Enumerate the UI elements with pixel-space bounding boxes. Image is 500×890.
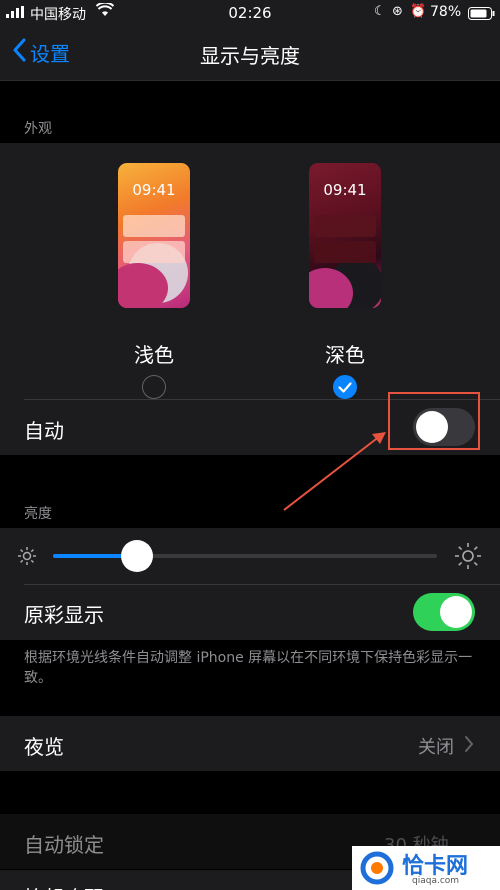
sun-small-icon [16, 545, 38, 571]
sun-large-icon [454, 542, 482, 574]
appearance-section-label: 外观 [24, 121, 52, 137]
dark-mode-preview: 09:41 [309, 163, 381, 308]
light-mode-radio[interactable] [142, 375, 166, 399]
auto-label: 自动 [24, 419, 64, 443]
watermark: 恰卡网 qiaqa.com [352, 846, 500, 890]
true-tone-toggle[interactable] [413, 593, 475, 631]
page-title: 显示与亮度 [200, 44, 300, 68]
moon-icon: ☾ [374, 4, 386, 19]
navigation-bar: 设置 显示与亮度 [0, 26, 500, 81]
watermark-url: qiaqa.com [412, 876, 460, 886]
light-mode-preview: 09:41 [118, 163, 190, 308]
alarm-icon: ⏰ [410, 4, 427, 19]
true-tone-footer: 根据环境光线条件自动调整 iPhone 屏幕以在不同环境下保持色彩显示一致。 [24, 650, 473, 686]
annotation-highlight-box [388, 392, 480, 450]
brightness-slider-knob[interactable] [121, 540, 154, 572]
chevron-right-icon [464, 735, 474, 757]
watermark-logo-icon [360, 851, 394, 889]
dark-mode-radio-checked[interactable] [333, 375, 357, 399]
dark-preview-time: 09:41 [323, 181, 367, 199]
true-tone-row: 原彩显示 [0, 585, 500, 640]
night-shift-row[interactable]: 夜览 关闭 [0, 716, 500, 771]
light-preview-time: 09:41 [132, 181, 176, 199]
auto-lock-label: 自动锁定 [24, 833, 104, 857]
dark-mode-option[interactable]: 09:41 深色 [309, 163, 381, 399]
status-bar: 中国移动 02:26 ☾ ⊛ ⏰ 78% [0, 0, 500, 26]
night-shift-value: 关闭 [418, 737, 454, 758]
brightness-group: 原彩显示 [0, 528, 500, 640]
brightness-slider[interactable] [53, 540, 437, 572]
light-mode-option[interactable]: 09:41 浅色 [118, 163, 190, 399]
light-mode-label: 浅色 [134, 343, 174, 367]
raise-to-wake-label: 抬起唤醒 [24, 882, 104, 890]
orientation-lock-icon: ⊛ [392, 4, 403, 19]
true-tone-label: 原彩显示 [24, 603, 104, 627]
annotation-arrow [283, 432, 386, 511]
battery-percent: 78% [430, 4, 462, 20]
dark-mode-label: 深色 [325, 343, 365, 367]
brightness-section-label: 亮度 [24, 506, 52, 522]
battery-icon [468, 7, 496, 24]
night-shift-label: 夜览 [24, 735, 64, 759]
